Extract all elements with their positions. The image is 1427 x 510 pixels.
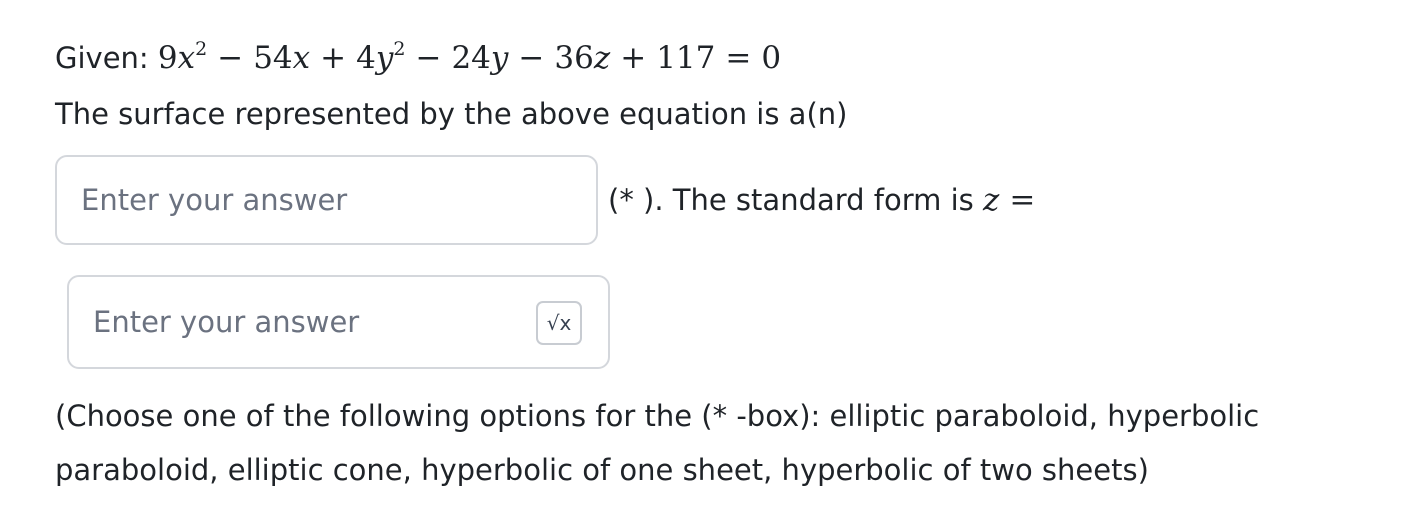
equals-sign: = bbox=[1009, 182, 1036, 218]
z-variable: z bbox=[983, 182, 1000, 218]
surface-answer-field[interactable] bbox=[55, 155, 598, 245]
options-instructions: (Choose one of the following options for… bbox=[55, 399, 1260, 487]
standard-form-answer-input[interactable] bbox=[69, 277, 608, 367]
equation: 9x2−54x +4y2−24y −36z +117 = 0 bbox=[157, 38, 782, 77]
standard-form-answer-field[interactable]: √x bbox=[67, 275, 610, 369]
math-input-button[interactable]: √x bbox=[536, 301, 582, 345]
standard-form-label: (* ). The standard form is z = bbox=[608, 180, 1045, 220]
sqrt-icon: √x bbox=[546, 311, 572, 335]
surface-answer-input[interactable] bbox=[57, 157, 596, 243]
given-label: Given: bbox=[55, 41, 149, 75]
question-prompt: The surface represented by the above equ… bbox=[55, 97, 848, 131]
given-line: Given: 9x2−54x +4y2−24y −36z +117 = 0 bbox=[55, 38, 781, 78]
